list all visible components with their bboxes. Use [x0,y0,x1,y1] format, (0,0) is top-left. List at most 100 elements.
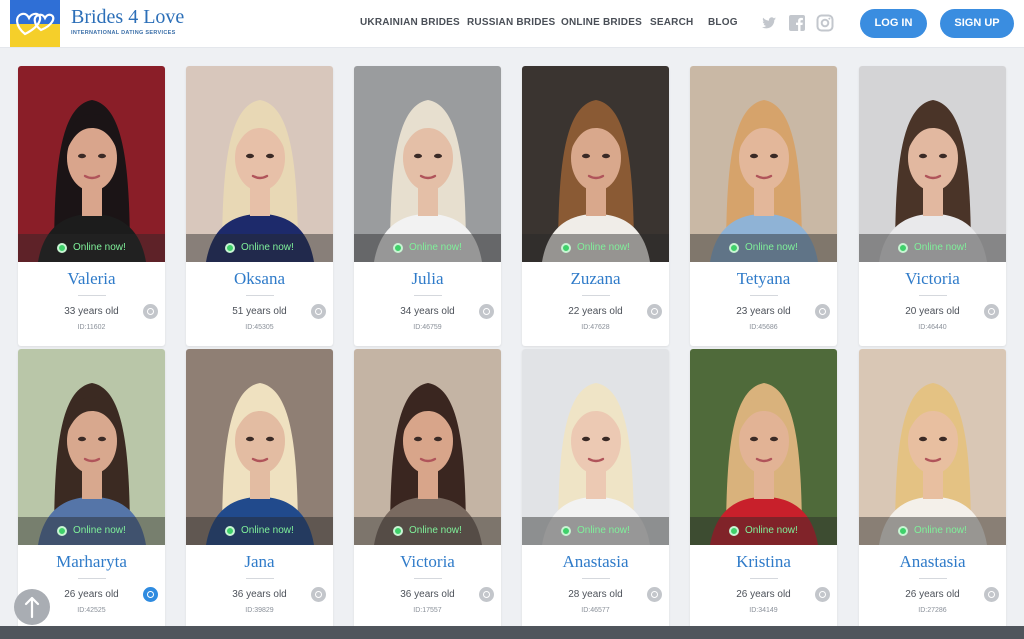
online-dot-icon [57,526,67,536]
online-status: Online now! [18,234,165,262]
profile-name[interactable]: Anastasia [522,552,669,572]
profile-id: ID:46577 [581,607,610,614]
divider [78,578,106,579]
profile-card[interactable]: Online now! Oksana 51 years old ID:45305 [186,66,333,346]
profile-photo[interactable]: Online now! [186,349,333,545]
profile-photo[interactable]: Online now! [18,66,165,262]
video-chat-icon[interactable] [984,304,999,319]
online-status: Online now! [859,517,1006,545]
profile-card[interactable]: Online now! Kristina 26 years old ID:34149 [690,349,837,629]
login-button[interactable]: LOG IN [860,9,927,38]
profile-photo[interactable]: Online now! [522,349,669,545]
profile-card[interactable]: Online now! Marharyta 26 years old ID:42525 [18,349,165,629]
profile-card[interactable]: Online now! Tetyana 23 years old ID:45686 [690,66,837,346]
profile-card[interactable]: Online now! Jana 36 years old ID:39829 [186,349,333,629]
facebook-icon[interactable] [788,14,806,32]
brand[interactable]: Brides 4 Love INTERNATIONAL DATING SERVI… [71,6,184,36]
divider [582,578,610,579]
profile-name[interactable]: Valeria [18,269,165,289]
signup-button[interactable]: SIGN UP [940,9,1014,38]
profile-name[interactable]: Victoria [859,269,1006,289]
profile-card[interactable]: Online now! Julia 34 years old ID:46759 [354,66,501,346]
profile-name[interactable]: Oksana [186,269,333,289]
divider [414,295,442,296]
video-chat-icon[interactable] [479,587,494,602]
profile-id: ID:45305 [245,324,274,331]
logo[interactable] [10,0,60,47]
online-dot-icon [225,526,235,536]
profile-name[interactable]: Zuzana [522,269,669,289]
twitter-icon[interactable] [760,14,778,32]
profile-name[interactable]: Julia [354,269,501,289]
profile-name[interactable]: Tetyana [690,269,837,289]
online-status-label: Online now! [577,525,630,536]
online-status: Online now! [18,517,165,545]
bottom-bar [0,626,1024,639]
divider [750,578,778,579]
profile-id: ID:39829 [245,607,274,614]
profile-photo[interactable]: Online now! [522,66,669,262]
profile-photo[interactable]: Online now! [354,349,501,545]
divider [582,295,610,296]
online-status: Online now! [186,234,333,262]
online-status-label: Online now! [577,242,630,253]
divider [919,578,947,579]
profile-photo[interactable]: Online now! [18,349,165,545]
instagram-icon[interactable] [816,14,834,32]
video-chat-icon[interactable] [647,587,662,602]
profile-name[interactable]: Marharyta [18,552,165,572]
nav-ukrainian-brides[interactable]: UKRAINIAN BRIDES [360,17,460,28]
profile-card[interactable]: Online now! Zuzana 22 years old ID:47628 [522,66,669,346]
brand-tagline: INTERNATIONAL DATING SERVICES [71,30,176,36]
profile-card[interactable]: Online now! Anastasia 26 years old ID:27286 [859,349,1006,629]
online-dot-icon [393,243,403,253]
online-dot-icon [729,243,739,253]
profile-photo[interactable]: Online now! [690,349,837,545]
profile-name[interactable]: Victoria [354,552,501,572]
profile-card[interactable]: Online now! Anastasia 28 years old ID:46577 [522,349,669,629]
video-chat-icon[interactable] [815,587,830,602]
online-dot-icon [393,526,403,536]
profile-photo[interactable]: Online now! [859,349,1006,545]
profile-id: ID:34149 [749,607,778,614]
video-chat-icon[interactable] [311,587,326,602]
online-status-label: Online now! [241,242,294,253]
video-chat-icon[interactable] [647,304,662,319]
profile-photo[interactable]: Online now! [859,66,1006,262]
online-dot-icon [898,243,908,253]
profile-photo[interactable]: Online now! [354,66,501,262]
online-dot-icon [898,526,908,536]
profile-id: ID:27286 [918,607,947,614]
profile-id: ID:45686 [749,324,778,331]
arrow-up-icon [24,596,40,619]
video-chat-icon[interactable] [479,304,494,319]
video-chat-icon[interactable] [984,587,999,602]
hearts-icon [16,12,55,36]
nav-online-brides[interactable]: ONLINE BRIDES [561,17,642,28]
profile-id: ID:46759 [413,324,442,331]
profile-name[interactable]: Jana [186,552,333,572]
video-chat-icon[interactable] [143,587,158,602]
online-status: Online now! [354,234,501,262]
profile-card[interactable]: Online now! Victoria 36 years old ID:17557 [354,349,501,629]
nav-search[interactable]: SEARCH [650,17,693,28]
profile-card[interactable]: Online now! Valeria 33 years old ID:11602 [18,66,165,346]
profile-name[interactable]: Anastasia [859,552,1006,572]
online-dot-icon [225,243,235,253]
profile-name[interactable]: Kristina [690,552,837,572]
video-chat-icon[interactable] [815,304,830,319]
online-status: Online now! [690,517,837,545]
profile-photo[interactable]: Online now! [186,66,333,262]
nav-blog[interactable]: BLOG [708,17,738,28]
video-chat-icon[interactable] [311,304,326,319]
online-status-label: Online now! [241,525,294,536]
nav-russian-brides[interactable]: RUSSIAN BRIDES [467,17,555,28]
scroll-to-top-button[interactable] [14,589,50,625]
profile-photo[interactable]: Online now! [690,66,837,262]
profile-card[interactable]: Online now! Victoria 20 years old ID:46440 [859,66,1006,346]
online-status-label: Online now! [409,242,462,253]
online-dot-icon [561,243,571,253]
video-chat-icon[interactable] [143,304,158,319]
profile-id: ID:46440 [918,324,947,331]
divider [919,295,947,296]
